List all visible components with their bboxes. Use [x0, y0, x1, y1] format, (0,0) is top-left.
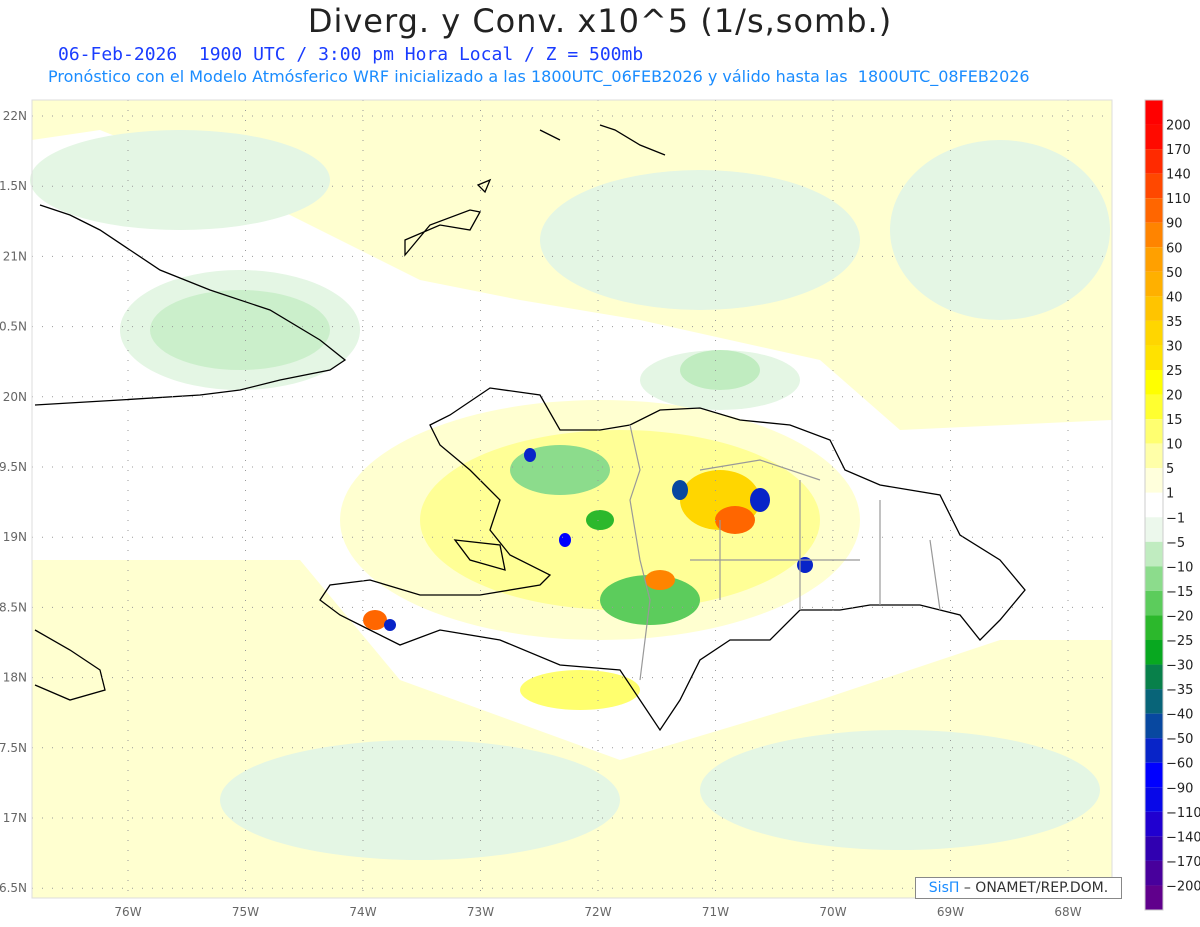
colorbar-swatch [1145, 370, 1163, 395]
colorbar-label: 5 [1166, 462, 1174, 477]
lat-label: 18N [3, 671, 27, 685]
colorbar-swatch [1145, 320, 1163, 346]
lon-label: 73W [467, 905, 494, 919]
colorbar-label: 200 [1166, 119, 1191, 134]
colorbar-label: −170 [1166, 855, 1200, 870]
colorbar-label: 110 [1166, 192, 1191, 207]
colorbar-label: −30 [1166, 659, 1193, 674]
colorbar-swatch [1145, 198, 1163, 223]
colorbar-label: 140 [1166, 168, 1191, 183]
colorbar-label: −1 [1166, 511, 1185, 526]
colorbar-swatch [1145, 492, 1163, 518]
colorbar-label: 40 [1166, 290, 1183, 305]
colorbar-swatch [1145, 443, 1163, 469]
colorbar-label: −25 [1166, 634, 1193, 649]
colorbar-swatch [1145, 247, 1163, 272]
lat-label: 1.5N [0, 179, 27, 193]
colorbar-label: 30 [1166, 339, 1183, 354]
colorbar-swatch [1145, 124, 1163, 150]
colorbar-swatch [1145, 468, 1163, 493]
colorbar-swatch [1145, 100, 1163, 125]
lon-label: 74W [349, 905, 376, 919]
colorbar-swatch [1145, 738, 1163, 763]
colorbar-swatch [1145, 640, 1163, 665]
colorbar-label: 25 [1166, 364, 1183, 379]
lon-label: 70W [819, 905, 846, 919]
lat-label: 22N [3, 109, 27, 123]
lat-label: 21N [3, 249, 27, 263]
colorbar-label: −50 [1166, 732, 1193, 747]
colorbar-label: 170 [1166, 143, 1191, 158]
colorbar-swatch [1145, 689, 1163, 714]
map-title: Diverg. y Conv. x10^5 (1/s,somb.) [307, 2, 893, 40]
colorbar-swatch [1145, 664, 1163, 690]
lat-label: 20N [3, 390, 27, 404]
lon-label: 68W [1054, 905, 1081, 919]
colorbar-label: 60 [1166, 241, 1183, 256]
colorbar-swatch [1145, 787, 1163, 812]
lon-label: 69W [937, 905, 964, 919]
colorbar: 200 170 140 110 90 60 50 40 35 30 25 20 15 10 5 1 −1 −5 −1… [1144, 99, 1200, 911]
lat-label: 6.5N [0, 881, 27, 895]
divergence-map: 76W 75W 74W 73W 72W 71W 70W 69W 68W 22N 1.5N 21N 0.5… [0, 99, 1200, 919]
colorbar-label: 50 [1166, 266, 1183, 281]
colorbar-swatch [1145, 713, 1163, 739]
colorbar-swatch [1145, 541, 1163, 567]
colorbar-label: −15 [1166, 585, 1193, 600]
lon-label: 76W [114, 905, 141, 919]
colorbar-label: −60 [1166, 757, 1193, 772]
colorbar-swatch [1145, 394, 1163, 420]
credit-text: – ONAMET/REP.DOM. [959, 880, 1109, 896]
colorbar-swatch [1145, 615, 1163, 640]
colorbar-label: 20 [1166, 389, 1183, 404]
lat-label: 9.5N [0, 460, 27, 474]
colorbar-label: 10 [1166, 438, 1183, 453]
colorbar-swatch [1145, 173, 1163, 199]
colorbar-label: −20 [1166, 609, 1193, 624]
colorbar-label: −5 [1166, 536, 1185, 551]
lat-label: 0.5N [0, 320, 27, 334]
lon-label: 72W [584, 905, 611, 919]
colorbar-swatch [1145, 517, 1163, 542]
colorbar-label: −35 [1166, 683, 1193, 698]
model-description: Pronóstico con el Modelo Atmósferico WRF… [48, 67, 1030, 86]
colorbar-swatch [1145, 296, 1163, 321]
colorbar-swatch [1145, 811, 1163, 837]
colorbar-label: 90 [1166, 217, 1183, 232]
colorbar-label: 35 [1166, 315, 1183, 330]
colorbar-label: 15 [1166, 413, 1183, 428]
lon-label: 71W [702, 905, 729, 919]
colorbar-swatch [1145, 222, 1163, 248]
colorbar-label: −200 [1166, 879, 1200, 894]
colorbar-swatch [1145, 149, 1163, 174]
colorbar-label: −40 [1166, 708, 1193, 723]
colorbar-label: −140 [1166, 830, 1200, 845]
credit-box: SisΠ – ONAMET/REP.DOM. [915, 877, 1122, 899]
colorbar-swatch [1145, 860, 1163, 886]
colorbar-label: −90 [1166, 781, 1193, 796]
lon-label: 75W [232, 905, 259, 919]
lat-label: 17N [3, 811, 27, 825]
lat-label: 8.5N [0, 600, 27, 614]
colorbar-label: −110 [1166, 806, 1200, 821]
colorbar-swatch [1145, 836, 1163, 861]
colorbar-swatch [1145, 419, 1163, 444]
forecast-date: 06-Feb-2026 1900 UTC / 3:00 pm Hora Loca… [58, 44, 644, 65]
lat-label: 7.5N [0, 741, 27, 755]
colorbar-swatch [1145, 590, 1163, 616]
colorbar-swatch [1145, 885, 1163, 910]
colorbar-swatch [1145, 566, 1163, 591]
colorbar-label: 1 [1166, 487, 1174, 502]
sispi-logo: SisΠ [928, 880, 960, 896]
colorbar-label: −10 [1166, 560, 1193, 575]
colorbar-swatch [1145, 271, 1163, 297]
lat-label: 19N [3, 530, 27, 544]
colorbar-swatch [1145, 762, 1163, 788]
colorbar-swatch [1145, 345, 1163, 370]
